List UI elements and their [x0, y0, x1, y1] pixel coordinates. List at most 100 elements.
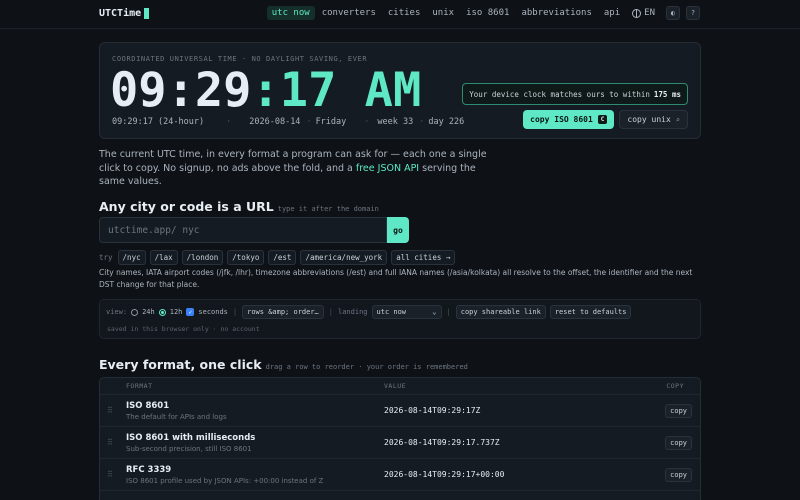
copy-unix-button[interactable]: copy unix ⌕: [619, 110, 688, 129]
city-title: Any city or code is a URL: [99, 199, 274, 214]
city-hint: type it after the domain: [277, 205, 379, 213]
day-of-year-value: day 226: [428, 117, 465, 127]
radio-12h[interactable]: [158, 308, 166, 316]
nav-cities[interactable]: cities: [383, 6, 426, 20]
copy-button[interactable]: copy: [665, 468, 692, 482]
sync-text: Your device clock matches ours to within: [469, 89, 650, 99]
language-switcher[interactable]: EN: [627, 6, 660, 20]
theme-toggle-button[interactable]: ◐: [666, 6, 680, 20]
table-header: FORMAT VALUE COPY: [100, 378, 700, 394]
col-format: FORMAT: [126, 382, 153, 390]
format-name: RFC 3339: [126, 465, 172, 475]
globe-icon: [632, 8, 642, 18]
chip-nyc[interactable]: /nyc: [117, 250, 146, 265]
top-bar: UTCTime utc now converters cities unix i…: [0, 0, 800, 29]
nav-unix[interactable]: unix: [427, 6, 459, 20]
clock-hours-minutes: 09:29: [110, 63, 252, 118]
table-row[interactable]: ⠿: [100, 490, 700, 500]
language-label: EN: [644, 8, 655, 18]
utc-clock: 09:29:17 AM: [110, 63, 421, 119]
all-cities-link[interactable]: all cities →: [391, 250, 456, 265]
table-row[interactable]: ⠿ ISO 8601 The default for APIs and logs…: [100, 394, 700, 426]
meta-separator: ·: [364, 117, 370, 127]
city-section-title: Any city or code is a URL type it after t…: [99, 199, 379, 214]
radio-12h-label: 12h: [169, 308, 183, 316]
weekday-value: Friday: [315, 117, 347, 127]
chip-london[interactable]: /london: [181, 250, 224, 265]
seconds-label: seconds: [198, 308, 228, 316]
table-row[interactable]: ⠿ RFC 3339 ISO 8601 profile used by JSON…: [100, 458, 700, 490]
week-value: week 33: [377, 117, 414, 127]
chip-lax[interactable]: /lax: [149, 250, 178, 265]
view-label: view:: [106, 308, 128, 316]
copy-shareable-link-button[interactable]: copy shareable link: [455, 305, 546, 319]
brand-logo[interactable]: UTCTime: [99, 8, 150, 19]
drag-handle-icon[interactable]: ⠿: [107, 438, 113, 447]
json-api-link[interactable]: free JSON API: [356, 163, 419, 174]
reset-defaults-button[interactable]: reset to defaults: [549, 305, 632, 319]
cursor-icon: [144, 8, 150, 19]
clock-meta: 09:29:17 (24-hour) · 2026-08-14 · Friday · wee…: [112, 117, 468, 127]
col-value: VALUE: [384, 382, 407, 390]
keyboard-shortcut-c: C: [597, 115, 608, 124]
drag-handle-icon[interactable]: ⠿: [107, 406, 113, 415]
copy-iso-button[interactable]: copy ISO 8601 C: [523, 110, 615, 129]
separator: |: [446, 308, 451, 316]
format-description: The default for APIs and logs: [126, 413, 227, 421]
chip-tokyo[interactable]: /tokyo: [227, 250, 265, 265]
time-24h: 09:29:17 (24-hour): [112, 117, 205, 127]
clock-caption: COORDINATED UNIVERSAL TIME · NO DAYLIGHT…: [112, 55, 368, 63]
clock-sync-status: Your device clock matches ours to within…: [462, 83, 688, 105]
formats-title: Every format, one click: [99, 357, 262, 372]
meta-separator: ·: [306, 117, 312, 127]
copy-unix-label: copy unix: [627, 115, 671, 124]
col-copy: COPY: [666, 382, 684, 390]
preferences-panel: view: 24h 12h ✓ seconds | rows &amp; orde…: [99, 299, 701, 339]
radio-24h-label: 24h: [142, 308, 155, 316]
separator: |: [232, 308, 238, 316]
format-description: ISO 8601 profile used by JSON APIs: +00:…: [126, 477, 324, 485]
format-name: ISO 8601 with milliseconds: [126, 433, 256, 443]
nav-iso-8601[interactable]: iso 8601: [461, 6, 514, 20]
meta-separator: ·: [419, 117, 425, 127]
copy-iso-label: copy ISO 8601: [530, 115, 593, 124]
nav-converters[interactable]: converters: [317, 6, 381, 20]
formats-hint: drag a row to reorder · your order is re…: [265, 363, 468, 371]
help-button[interactable]: ?: [686, 6, 700, 20]
nav-utc-now[interactable]: utc now: [266, 6, 315, 20]
hero-actions: copy ISO 8601 C copy unix ⌕: [523, 110, 688, 129]
nav-abbreviations[interactable]: abbreviations: [516, 6, 596, 20]
date-value: 2026-08-14: [249, 117, 301, 127]
copy-button[interactable]: copy: [665, 436, 692, 450]
go-button[interactable]: go: [387, 217, 409, 243]
nav-api[interactable]: api: [599, 6, 625, 20]
main-nav: utc now converters cities unix iso 8601 …: [266, 6, 700, 20]
chip-america-new-york[interactable]: /america/new_york: [300, 250, 388, 265]
brand-name: UTCTime: [99, 8, 142, 19]
drag-handle-icon[interactable]: ⠿: [107, 470, 113, 479]
sync-value: 175 ms: [653, 89, 681, 99]
clock-seconds: :17 AM: [251, 63, 422, 118]
chevron-down-icon: ⌄: [432, 308, 437, 316]
rows-order-button[interactable]: rows &amp; order…: [242, 305, 324, 319]
try-label: try: [99, 253, 113, 262]
meta-separator: ·: [226, 117, 232, 127]
copy-button[interactable]: copy: [665, 404, 692, 418]
landing-select[interactable]: utc now ⌄: [371, 305, 442, 319]
utc-clock-card: COORDINATED UNIVERSAL TIME · NO DAYLIGHT…: [99, 42, 701, 139]
format-description: Sub-second precision, still ISO 8601: [126, 445, 252, 453]
city-note: City names, IATA airport codes (/jfk, /l…: [99, 268, 693, 289]
format-value: 2026-08-14T09:29:17.737Z: [384, 438, 500, 447]
preferences-note: saved in this browser only · no account: [107, 325, 260, 333]
table-row[interactable]: ⠿ ISO 8601 with milliseconds Sub-second …: [100, 426, 700, 458]
formats-table: FORMAT VALUE COPY ⠿ ISO 8601 The default…: [99, 377, 701, 500]
landing-value: utc now: [376, 308, 407, 316]
seconds-checkbox[interactable]: ✓: [186, 308, 195, 316]
separator: |: [328, 308, 333, 316]
format-value: 2026-08-14T09:29:17+00:00: [384, 470, 505, 479]
chip-est[interactable]: /est: [268, 250, 297, 265]
city-url-input[interactable]: utctime.app/ nyc: [99, 217, 387, 243]
radio-24h[interactable]: [131, 308, 139, 316]
format-name: ISO 8601: [126, 401, 170, 411]
try-examples: try /nyc /lax /london /tokyo /est /ameri…: [99, 250, 456, 265]
